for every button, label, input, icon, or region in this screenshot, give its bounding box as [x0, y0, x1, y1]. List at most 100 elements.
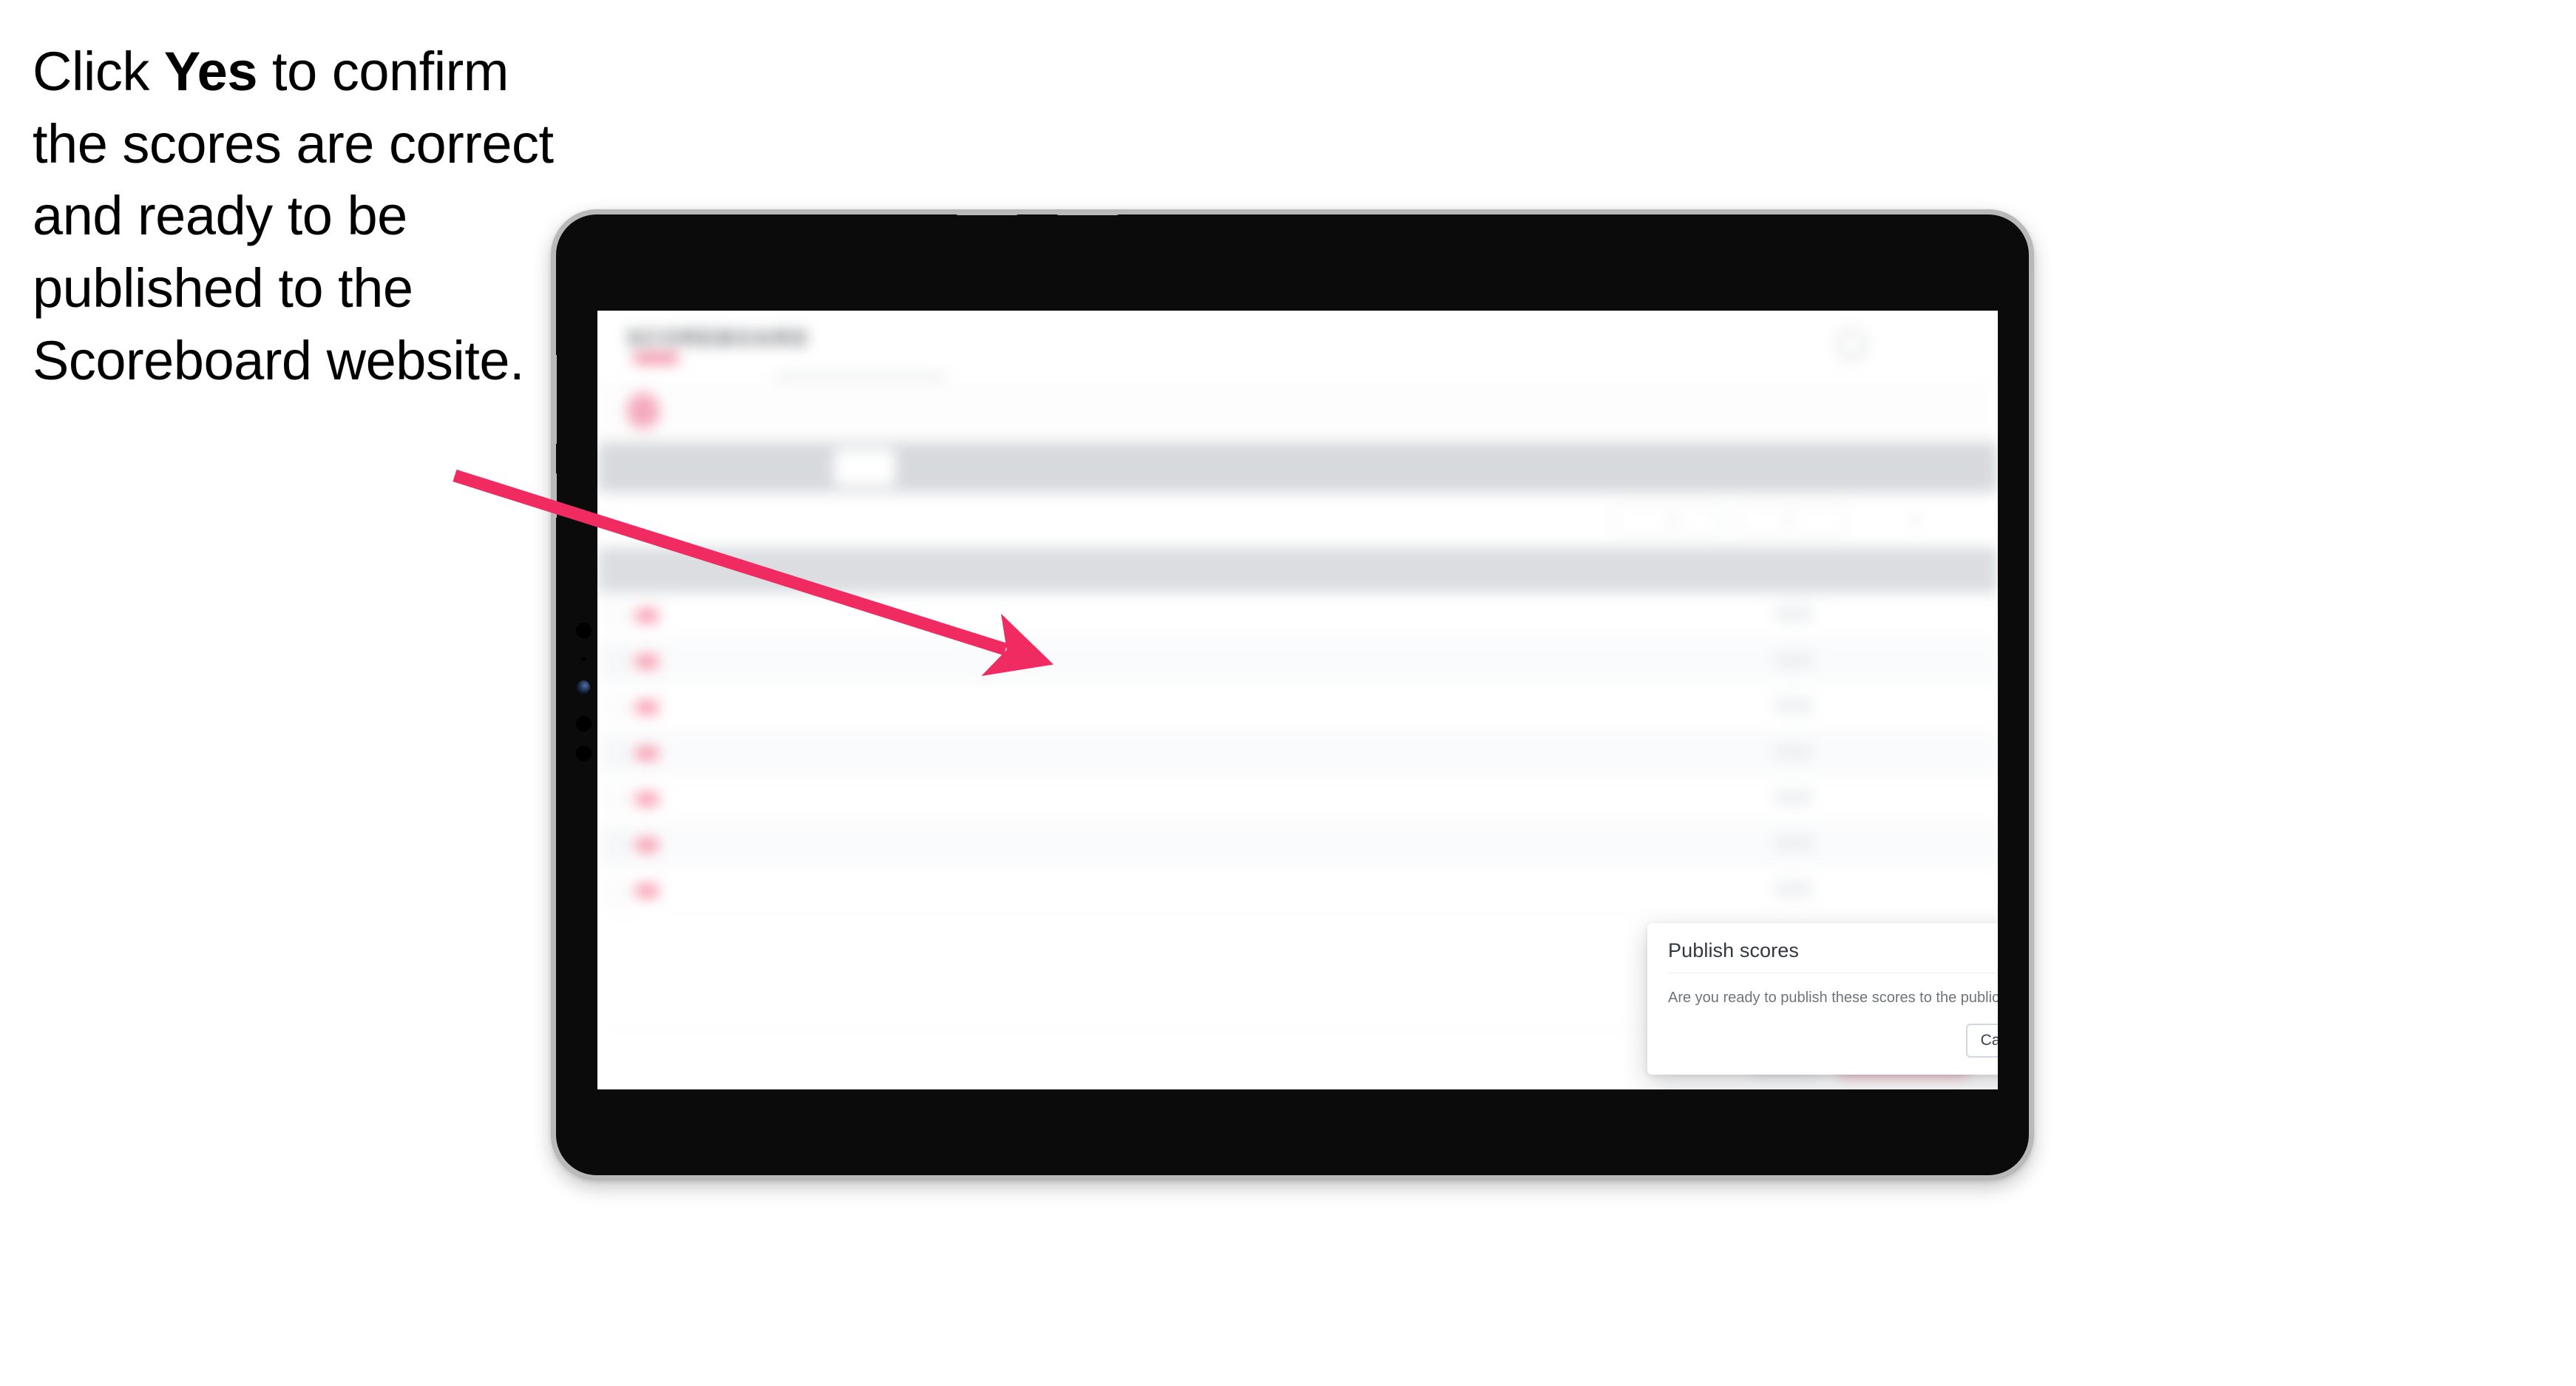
score-cell[interactable] [1130, 700, 1173, 716]
score-cell[interactable] [1387, 883, 1430, 899]
action-pill[interactable] [1775, 881, 1813, 896]
score-cell[interactable] [1173, 837, 1216, 853]
score-cell[interactable] [1044, 746, 1087, 762]
score-cell[interactable] [915, 837, 958, 853]
tab-3[interactable] [834, 449, 895, 486]
tab-0[interactable] [624, 449, 685, 486]
score-cell[interactable] [1387, 700, 1430, 716]
score-cell[interactable] [915, 883, 958, 899]
score-cell[interactable] [1173, 654, 1216, 670]
score-cell[interactable] [1516, 654, 1559, 670]
score-cell[interactable] [1130, 791, 1173, 808]
score-cell[interactable] [1430, 883, 1473, 899]
score-cell[interactable] [1087, 746, 1130, 762]
table-row[interactable] [597, 868, 1998, 914]
score-cell[interactable] [1559, 608, 1601, 624]
score-cell[interactable] [958, 746, 1001, 762]
score-cell[interactable] [1516, 700, 1559, 716]
score-cell[interactable] [1044, 883, 1087, 899]
score-cell[interactable] [915, 791, 958, 808]
action-pill[interactable] [1775, 743, 1813, 759]
score-cell[interactable] [1387, 837, 1430, 853]
action-pill[interactable] [1775, 835, 1813, 851]
cancel-button[interactable]: Cancel [1965, 1024, 1998, 1058]
score-cell[interactable] [830, 791, 872, 808]
score-cell[interactable] [830, 654, 872, 670]
user-name-label[interactable] [1891, 336, 1922, 354]
filter-select-2[interactable]: ▾ [1860, 504, 1971, 536]
row-checkbox[interactable] [608, 789, 627, 809]
action-pill[interactable] [1775, 789, 1813, 805]
score-cell[interactable] [1301, 837, 1344, 853]
tab-2[interactable] [750, 449, 830, 486]
score-cell[interactable] [830, 883, 872, 899]
score-cell[interactable] [1087, 837, 1130, 853]
score-cell[interactable] [1087, 883, 1130, 899]
score-cell[interactable] [1344, 883, 1387, 899]
actions-cell[interactable] [1755, 789, 1832, 809]
table-row[interactable] [597, 731, 1998, 777]
score-cell[interactable] [1387, 791, 1430, 808]
score-cell[interactable] [1087, 700, 1130, 716]
score-cell[interactable] [1301, 791, 1344, 808]
table-row[interactable] [597, 593, 1998, 639]
score-cell[interactable] [1001, 837, 1044, 853]
score-cell[interactable] [1430, 654, 1473, 670]
score-cell[interactable] [1387, 654, 1430, 670]
score-cell[interactable] [958, 791, 1001, 808]
nav-item-1[interactable] [963, 335, 980, 354]
score-cell[interactable] [1473, 700, 1516, 716]
score-cell[interactable] [1344, 700, 1387, 716]
score-cell[interactable] [1216, 883, 1258, 899]
score-cell[interactable] [830, 700, 872, 716]
score-cell[interactable] [1044, 700, 1087, 716]
score-cell[interactable] [1559, 654, 1601, 670]
score-cell[interactable] [1516, 883, 1559, 899]
score-cell[interactable] [1173, 746, 1216, 762]
actions-cell[interactable] [1755, 881, 1832, 901]
score-cell[interactable] [1044, 654, 1087, 670]
action-pill[interactable] [1775, 652, 1813, 667]
score-cell[interactable] [1559, 746, 1601, 762]
row-checkbox[interactable] [608, 606, 627, 626]
row-checkbox[interactable] [608, 881, 627, 901]
score-cell[interactable] [1258, 791, 1301, 808]
score-cell[interactable] [1258, 608, 1301, 624]
actions-cell[interactable] [1755, 835, 1832, 855]
score-cell[interactable] [872, 608, 915, 624]
table-row[interactable] [597, 685, 1998, 731]
score-cell[interactable] [1044, 791, 1087, 808]
row-checkbox[interactable] [608, 697, 627, 717]
score-cell[interactable] [1130, 837, 1173, 853]
score-cell[interactable] [872, 654, 915, 670]
tab-4[interactable] [900, 449, 983, 486]
score-cell[interactable] [1559, 837, 1601, 853]
filter-select-0[interactable]: ▾ [1612, 504, 1723, 536]
score-cell[interactable] [1087, 654, 1130, 670]
score-cell[interactable] [1559, 883, 1601, 899]
score-cell[interactable] [915, 746, 958, 762]
score-cell[interactable] [1430, 700, 1473, 716]
score-cell[interactable] [1001, 746, 1044, 762]
score-cell[interactable] [1001, 654, 1044, 670]
score-cell[interactable] [1387, 746, 1430, 762]
actions-cell[interactable] [1755, 743, 1832, 763]
score-cell[interactable] [1301, 746, 1344, 762]
actions-cell[interactable] [1755, 697, 1832, 717]
score-cell[interactable] [830, 746, 872, 762]
table-row[interactable] [597, 639, 1998, 685]
score-cell[interactable] [830, 837, 872, 853]
score-cell[interactable] [1173, 883, 1216, 899]
score-cell[interactable] [915, 654, 958, 670]
score-cell[interactable] [1216, 654, 1258, 670]
score-cell[interactable] [872, 700, 915, 716]
score-cell[interactable] [958, 608, 1001, 624]
score-cell[interactable] [1130, 883, 1173, 899]
score-cell[interactable] [872, 791, 915, 808]
score-cell[interactable] [1301, 883, 1344, 899]
score-cell[interactable] [1473, 883, 1516, 899]
score-cell[interactable] [1473, 746, 1516, 762]
score-cell[interactable] [1473, 608, 1516, 624]
score-cell[interactable] [1044, 837, 1087, 853]
score-cell[interactable] [1559, 791, 1601, 808]
